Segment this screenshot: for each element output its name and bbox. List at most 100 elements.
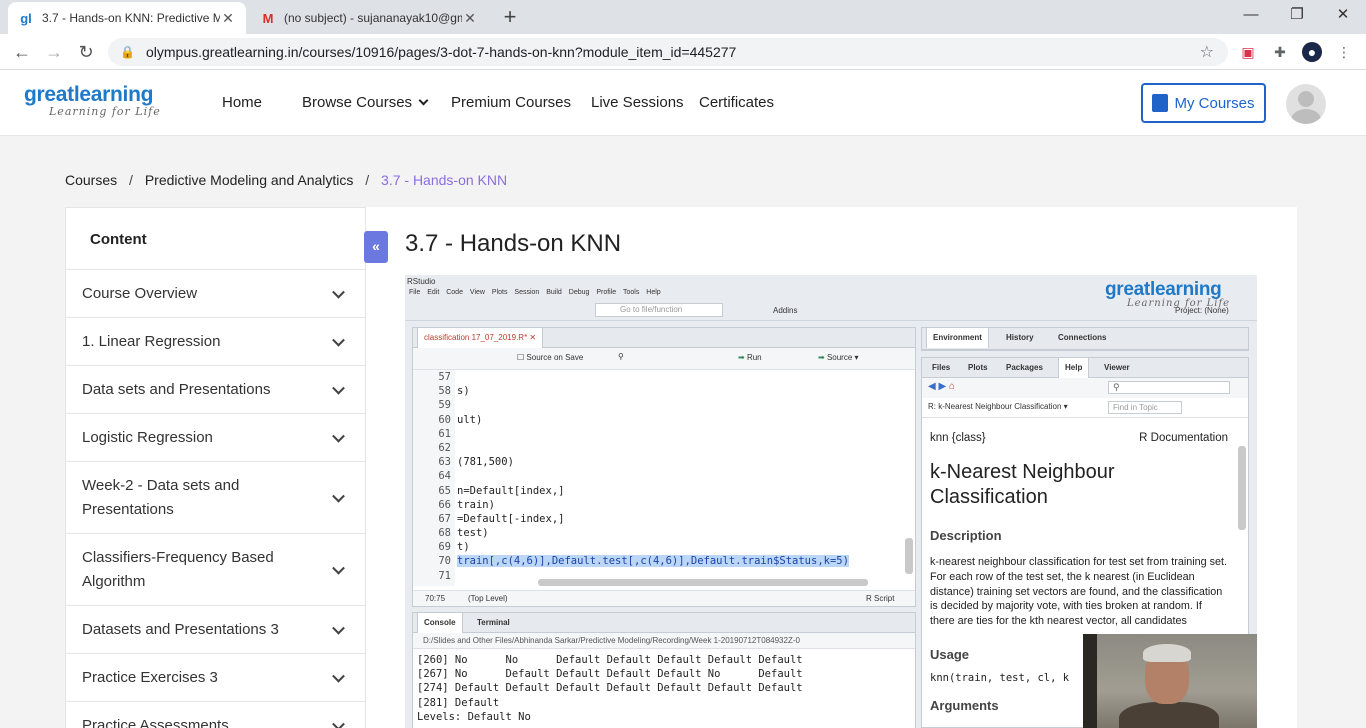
console-line: [274] Default Default Default Default De… — [417, 682, 803, 695]
source-on-save-label: Source on Save — [526, 353, 584, 362]
url-field[interactable]: 🔒 olympus.greatlearning.in/courses/10916… — [108, 38, 1228, 66]
help-title: k-Nearest Neighbour Classification — [930, 461, 1115, 508]
nav-home[interactable]: Home — [222, 94, 262, 111]
rstudio-menubar: File Edit Code View Plots Session Build … — [409, 289, 661, 296]
help-description-heading: Description — [930, 528, 1002, 543]
source-on-save-checkbox: ☐ Source on Save — [517, 353, 584, 362]
help-header: knn {class} R Documentation — [930, 432, 1228, 444]
env-tab-environment: Environment — [926, 328, 989, 348]
code-text: train) — [457, 498, 495, 511]
sidebar-item-logistic-regression[interactable]: Logistic Regression — [66, 413, 365, 461]
restore-icon[interactable]: ❐ — [1274, 4, 1320, 26]
horizontal-scrollbar — [538, 579, 868, 586]
extensions-puzzle-icon[interactable]: ✚ — [1270, 42, 1290, 62]
sidebar-item-label: Logistic Regression — [82, 428, 213, 446]
code-line: s) — [457, 384, 903, 398]
help-tab-plots: Plots — [968, 363, 988, 372]
avatar-body — [1291, 109, 1321, 124]
code-text: s) — [457, 385, 470, 398]
site-logo[interactable]: greatlearning Learning for Life — [24, 84, 161, 118]
browser-tab[interactable]: M (no subject) - sujananayak10@gm ✕ — [250, 2, 488, 34]
chevron-down-icon — [332, 381, 345, 395]
sidebar-item-week-2[interactable]: Week-2 - Data sets and Presentations — [66, 461, 365, 533]
window-close-icon[interactable]: ✕ — [1320, 4, 1366, 26]
sidebar-item-label: Week-2 - Data sets and Presentations — [82, 476, 240, 518]
chevron-down-icon — [332, 717, 345, 728]
line-number: 69 — [438, 541, 451, 554]
my-courses-label: My Courses — [1174, 94, 1255, 112]
url-text: olympus.greatlearning.in/courses/10916/p… — [146, 44, 737, 60]
browser-tabbar: gl 3.7 - Hands-on KNN: Predictive M ✕ M … — [0, 0, 1366, 34]
code-text: (781,500) — [457, 456, 514, 469]
sidebar-heading: Content — [90, 231, 147, 248]
console-pane: Console Terminal D:/Slides and Other Fil… — [412, 612, 916, 728]
line-number: 60 — [438, 413, 451, 426]
sidebar-item-data-sets[interactable]: Data sets and Presentations — [66, 365, 365, 413]
console-output: [260] No No Default Default Default Defa… — [417, 653, 911, 724]
browser-tab-active[interactable]: gl 3.7 - Hands-on KNN: Predictive M ✕ — [8, 2, 246, 34]
chevron-down-icon — [332, 429, 345, 443]
code-text: test) — [457, 527, 489, 540]
nav-certificates[interactable]: Certificates — [699, 94, 774, 111]
minimize-icon[interactable]: — — [1228, 4, 1274, 26]
watermark-name: greatlearning — [1105, 279, 1222, 300]
nav-browse-courses[interactable]: Browse Courses — [302, 94, 429, 111]
avatar[interactable] — [1286, 84, 1326, 124]
reload-icon[interactable]: ↻ — [75, 41, 97, 63]
chevron-down-icon — [332, 621, 345, 635]
line-number: 57 — [438, 371, 451, 383]
code-text: train[,c(4,6)],Default.test[,c(4,6)],Def… — [457, 555, 849, 568]
sidebar-item-course-overview[interactable]: Course Overview — [66, 269, 365, 317]
home-icon: ⌂ — [948, 381, 955, 392]
editor-file-tab: classification 17_07_2019.R* ✕ — [417, 328, 544, 348]
find-in-topic-field: Find in Topic — [1108, 401, 1182, 414]
sidebar-item-linear-regression[interactable]: 1. Linear Regression — [66, 317, 365, 365]
editor-status-bar: 70:75 (Top Level) R Script — [413, 590, 915, 606]
chevron-down-icon — [332, 285, 345, 299]
sidebar-item-label: Course Overview — [82, 284, 198, 302]
rstudio-title: RStudio — [407, 277, 436, 286]
my-courses-button[interactable]: My Courses — [1141, 83, 1266, 123]
run-label: Run — [746, 353, 762, 362]
nav-live-sessions[interactable]: Live Sessions — [591, 94, 684, 111]
chevron-down-icon — [332, 561, 345, 575]
breadcrumb-courses[interactable]: Courses — [65, 172, 117, 188]
source-label: Source — [826, 353, 853, 362]
env-tabs: Environment History Connections — [922, 328, 1248, 350]
bookmark-star-icon[interactable]: ☆ — [1200, 42, 1214, 62]
extension-pocket-icon[interactable]: ▣ — [1238, 42, 1258, 62]
sidebar-item-practice-exercises-3[interactable]: Practice Exercises 3 — [66, 653, 365, 701]
help-tabs: Files Plots Packages Help Viewer — [922, 358, 1248, 378]
addins-menu: Addins — [773, 306, 798, 315]
console-tabs: Console Terminal — [413, 613, 915, 633]
line-number: 65 — [438, 484, 451, 497]
code-text: n=Default[index,] — [457, 484, 565, 497]
sidebar-item-practice-assessments[interactable]: Practice Assessments — [66, 701, 365, 728]
code-line: =Default[-index,] — [457, 512, 903, 526]
close-icon[interactable]: ✕ — [220, 10, 236, 27]
breadcrumb-course[interactable]: Predictive Modeling and Analytics — [145, 172, 354, 188]
forward-icon[interactable]: → — [43, 41, 65, 63]
sidebar-item-classifiers[interactable]: Classifiers-Frequency Based Algorithm — [66, 533, 365, 605]
back-icon[interactable]: ← — [11, 41, 33, 63]
breadcrumb-current: 3.7 - Hands-on KNN — [381, 172, 508, 188]
gl-favicon-icon: gl — [20, 10, 32, 26]
line-number: 59 — [438, 399, 451, 412]
close-icon[interactable]: ✕ — [462, 10, 478, 27]
nav-premium-courses[interactable]: Premium Courses — [451, 94, 571, 111]
sidebar-item-label: 1. Linear Regression — [82, 332, 221, 350]
editor-tabs: classification 17_07_2019.R* ✕ — [413, 328, 915, 348]
terminal-tab: Terminal — [477, 618, 510, 627]
help-search-field: ⚲ — [1108, 381, 1230, 394]
sidebar-item-datasets-3[interactable]: Datasets and Presentations 3 — [66, 605, 365, 653]
menu-kebab-icon[interactable]: ⋮ — [1334, 42, 1354, 62]
console-line: Levels: Default No — [417, 710, 531, 723]
new-tab-icon[interactable]: + — [498, 5, 522, 29]
search-icon: ⚲ — [618, 352, 624, 361]
scope-indicator: (Top Level) — [468, 594, 508, 603]
collapse-sidebar-button[interactable]: « — [364, 231, 388, 263]
code-text: =Default[-index,] — [457, 512, 565, 525]
profile-avatar-icon[interactable]: ● — [1302, 42, 1322, 62]
chevron-down-icon — [418, 95, 429, 106]
